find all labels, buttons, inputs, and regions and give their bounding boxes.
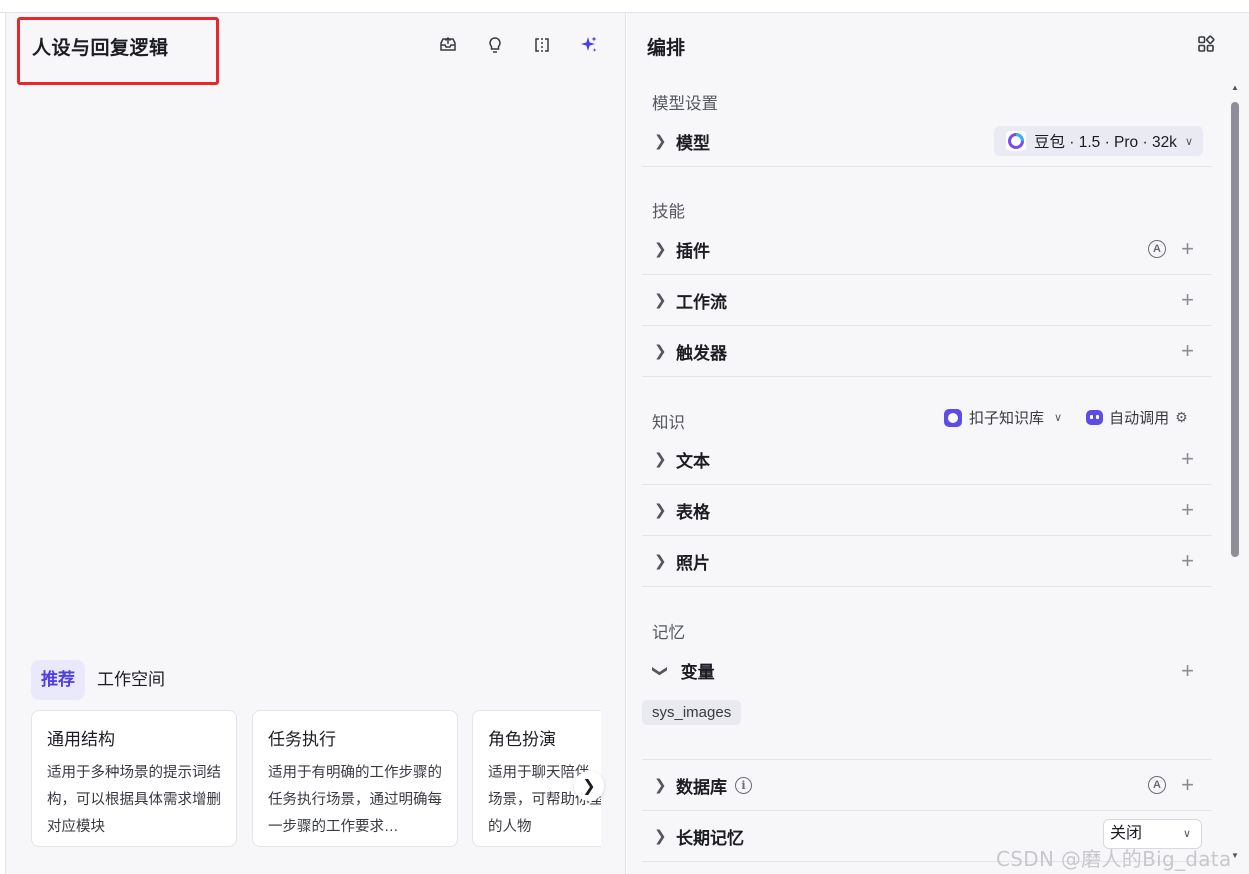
auto-mode-icon[interactable]: A (1148, 240, 1166, 258)
row-label: 工作流 (676, 292, 727, 312)
row-label: 文本 (676, 451, 710, 471)
add-icon[interactable]: + (1181, 340, 1194, 362)
auto-mode-icon[interactable]: A (1148, 776, 1166, 794)
orchestration-title: 编排 (647, 38, 686, 59)
model-selector[interactable]: 豆包 · 1.5 · Pro · 32k ∨ (993, 126, 1203, 156)
add-icon[interactable]: + (1181, 550, 1194, 572)
row-text[interactable]: ❯ 文本 + (642, 434, 1212, 485)
add-icon[interactable]: + (1181, 448, 1194, 470)
sparkle-icon[interactable] (577, 33, 601, 57)
chevron-right-icon[interactable]: ❯ (642, 132, 676, 150)
card-title: 通用结构 (47, 730, 115, 749)
chevron-right-icon[interactable]: ❯ (642, 501, 676, 519)
scroll-down-icon[interactable]: ▼ (1231, 851, 1239, 860)
variable-tag[interactable]: sys_images (642, 700, 742, 725)
chevron-right-icon[interactable]: ❯ (642, 342, 676, 360)
row-label: 插件 (676, 241, 710, 261)
chevron-right-icon[interactable]: ❯ (574, 771, 604, 801)
chevron-down-icon: ∨ (1184, 135, 1193, 148)
prompt-toolbar (436, 33, 624, 57)
card-title: 角色扮演 (488, 730, 556, 749)
row-photos[interactable]: ❯ 照片 + (642, 536, 1212, 587)
bulb-icon[interactable] (483, 33, 507, 57)
row-variables[interactable]: ❯ 变量 + (642, 645, 1212, 696)
row-workflow[interactable]: ❯ 工作流 + (642, 275, 1212, 326)
card-desc: 适用于多种场景的提示词结构，可以根据具体需求增删对应模块 (47, 765, 221, 835)
add-icon[interactable]: + (1181, 774, 1194, 796)
gear-icon[interactable]: ⚙ (1175, 409, 1188, 426)
template-cards: 通用结构 适用于多种场景的提示词结构，可以根据具体需求增删对应模块 任务执行 适… (31, 710, 601, 850)
knowledge-base-selector[interactable]: 扣子知识库 (969, 407, 1044, 428)
prompt-panel: 人设与回复逻辑 推荐 工作空间 通用结构 适用于多种场景的提示词结构，可以根据具… (5, 13, 626, 874)
add-icon[interactable]: + (1181, 289, 1194, 311)
row-label: 模型 (676, 133, 710, 153)
chevron-right-icon[interactable]: ❯ (642, 450, 676, 468)
row-trigger[interactable]: ❯ 触发器 + (642, 326, 1212, 377)
row-model[interactable]: ❯ 模型 豆包 · 1.5 · Pro · 32k ∨ (642, 116, 1212, 167)
template-card[interactable]: 通用结构 适用于多种场景的提示词结构，可以根据具体需求增删对应模块 (31, 710, 237, 847)
template-card[interactable]: 任务执行 适用于有明确的工作步骤的任务执行场景，通过明确每一步骤的工作要求… (252, 710, 458, 847)
knowledge-controls: 扣子知识库 ∨ 自动调用 ⚙ (944, 407, 1188, 428)
select-value: 关闭 (1110, 825, 1143, 842)
section-model-settings: 模型设置 (652, 95, 718, 113)
info-icon[interactable]: i (735, 776, 752, 794)
model-name: 豆包 · 1.5 · Pro · 32k (1033, 134, 1177, 151)
chevron-right-icon[interactable]: ❯ (642, 776, 676, 794)
row-label: 数据库 (676, 777, 727, 797)
chevron-right-icon[interactable]: ❯ (642, 827, 676, 845)
section-skills: 技能 (652, 203, 685, 221)
section-memory: 记忆 (652, 624, 685, 642)
chevron-down-icon[interactable]: ∨ (1054, 411, 1062, 424)
add-icon[interactable]: + (1181, 499, 1194, 521)
watermark: CSDN @磨人的Big_data (996, 847, 1232, 871)
layout-grid-icon[interactable] (1196, 34, 1216, 54)
card-desc: 适用于有明确的工作步骤的任务执行场景，通过明确每一步骤的工作要求… (268, 765, 442, 835)
chevron-right-icon[interactable]: ❯ (642, 240, 676, 258)
row-label: 照片 (676, 553, 710, 573)
orchestration-panel: 编排 模型设置 ❯ 模型 豆包 · 1.5 · Pro · 32k ∨ 技能 ❯… (627, 13, 1249, 874)
template-tabs: 推荐 工作空间 (31, 660, 175, 700)
scrollbar[interactable]: ▲ ▼ (1229, 78, 1241, 874)
auto-call-icon (1086, 410, 1104, 425)
scrollbar-thumb[interactable] (1231, 102, 1239, 557)
section-knowledge: 知识 (652, 414, 685, 432)
tab-recommended[interactable]: 推荐 (31, 660, 85, 700)
chevron-right-icon[interactable]: ❯ (642, 291, 676, 309)
row-label: 变量 (680, 663, 715, 682)
auto-call-label[interactable]: 自动调用 (1109, 407, 1169, 428)
knowledge-base-logo-icon (944, 408, 962, 427)
split-view-icon[interactable] (530, 33, 554, 57)
row-database[interactable]: ❯ 数据库 i A + (642, 760, 1212, 811)
row-plugins[interactable]: ❯ 插件 A + (642, 224, 1212, 275)
chevron-down-icon[interactable]: ❯ (651, 664, 669, 677)
add-icon[interactable]: + (1181, 659, 1194, 682)
card-title: 任务执行 (268, 730, 336, 749)
scroll-up-icon[interactable]: ▲ (1231, 83, 1239, 92)
row-label: 触发器 (676, 343, 727, 363)
inbox-upload-icon[interactable] (436, 33, 460, 57)
doubao-logo-icon (1005, 131, 1026, 151)
row-label: 表格 (676, 502, 710, 522)
row-label: 长期记忆 (676, 828, 744, 848)
chevron-right-icon[interactable]: ❯ (642, 552, 676, 570)
prompt-panel-title: 人设与回复逻辑 (32, 38, 169, 59)
row-table[interactable]: ❯ 表格 + (642, 485, 1212, 536)
tab-workspace[interactable]: 工作空间 (87, 660, 175, 700)
add-icon[interactable]: + (1181, 238, 1194, 260)
